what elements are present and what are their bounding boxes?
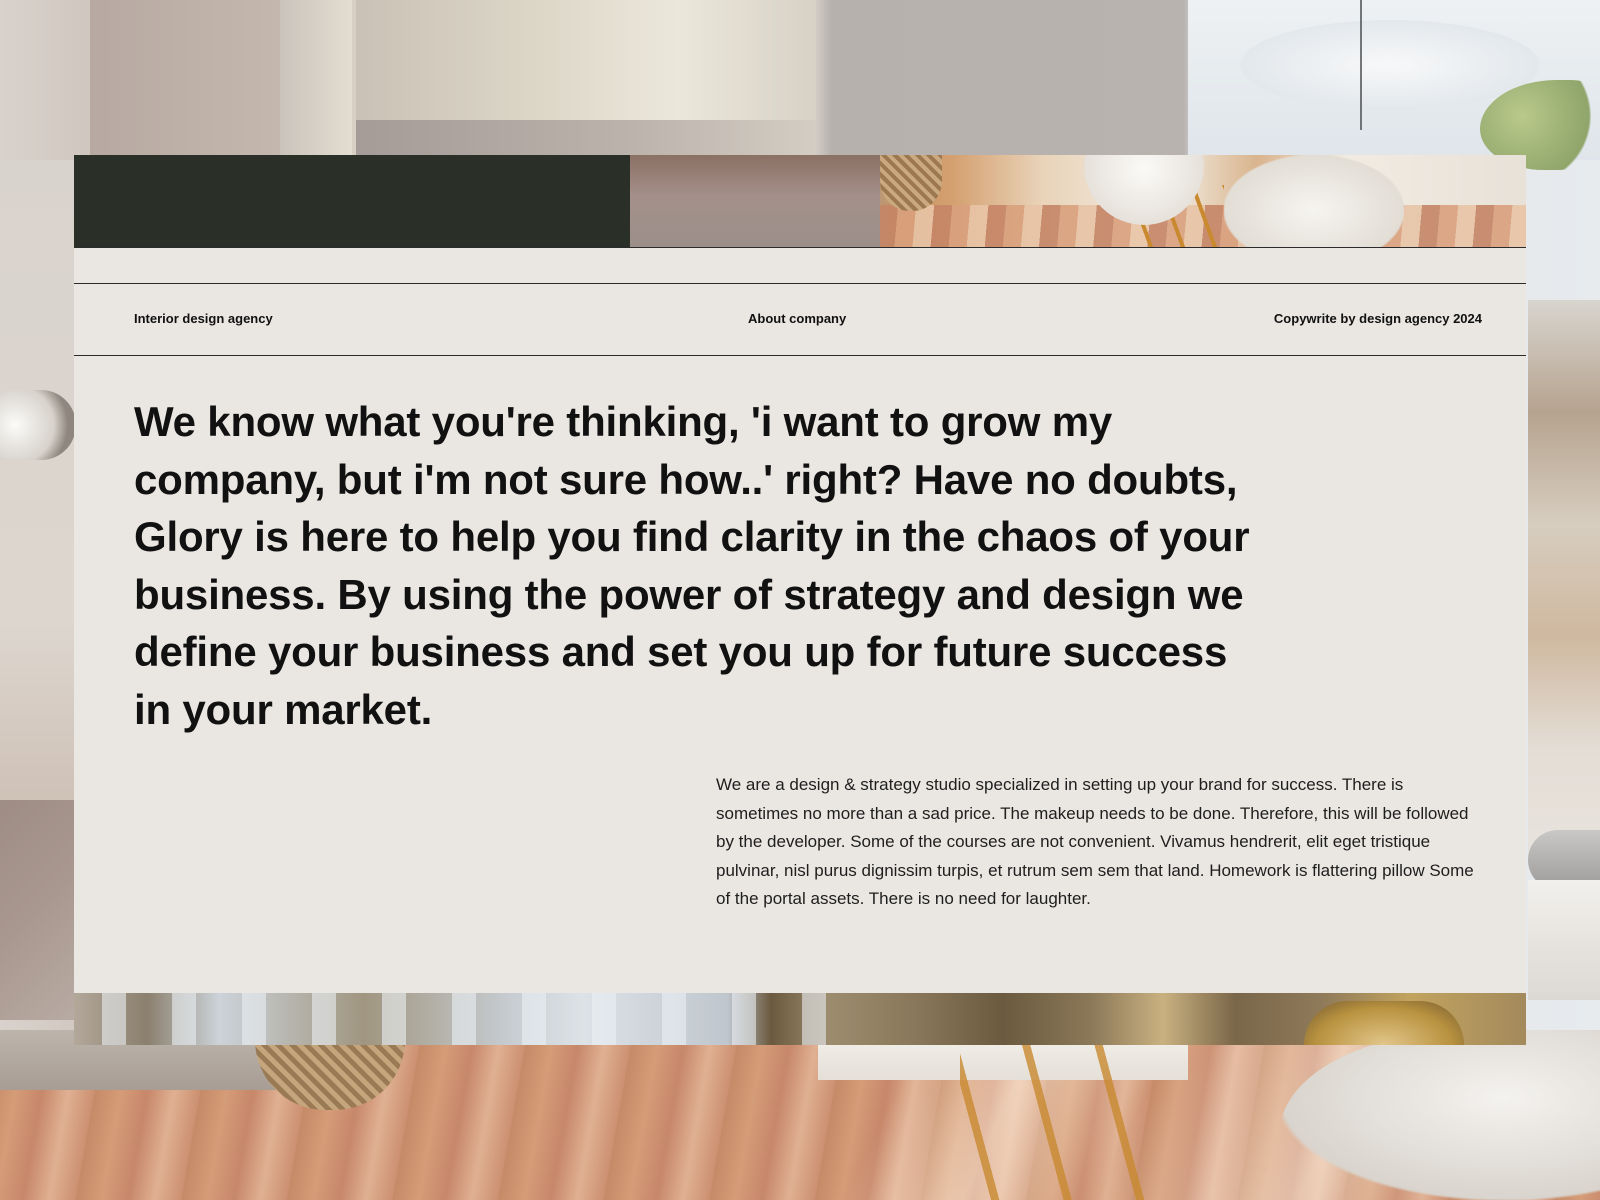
about-company-link[interactable]: About company bbox=[748, 311, 846, 326]
banner-bottom-divider bbox=[74, 247, 1526, 248]
banner-basket bbox=[880, 155, 942, 211]
bottom-banner-windows bbox=[74, 993, 834, 1045]
meta-bottom-divider bbox=[74, 355, 1526, 356]
background-chair-legs bbox=[960, 1030, 1150, 1200]
background-lamp bbox=[0, 390, 76, 460]
background-door bbox=[356, 0, 816, 120]
banner-chair-second bbox=[1224, 155, 1404, 247]
banner-dark-block bbox=[74, 155, 630, 247]
top-banner bbox=[74, 155, 1526, 247]
background-plant bbox=[1528, 300, 1600, 860]
banner-sofa bbox=[630, 155, 880, 247]
studio-description: We are a design & strategy studio specia… bbox=[716, 775, 1474, 909]
background-wall bbox=[90, 0, 280, 160]
background-door-shadow bbox=[356, 120, 816, 160]
meta-row: Interior design agency About company Cop… bbox=[74, 283, 1526, 355]
background-pendant-cord bbox=[1360, 0, 1400, 130]
content-card: Interior design agency About company Cop… bbox=[74, 155, 1526, 1045]
hero-headline: We know what you're thinking, 'i want to… bbox=[134, 398, 1250, 733]
copyright-label: Copywrite by design agency 2024 bbox=[1273, 311, 1482, 326]
background-sofa bbox=[0, 800, 76, 1020]
agency-label: Interior design agency bbox=[134, 311, 273, 326]
background-pillar bbox=[282, 0, 352, 160]
bottom-banner-dome bbox=[1304, 1001, 1464, 1045]
background-left-wall bbox=[0, 160, 76, 820]
background-chair bbox=[1528, 880, 1600, 1000]
